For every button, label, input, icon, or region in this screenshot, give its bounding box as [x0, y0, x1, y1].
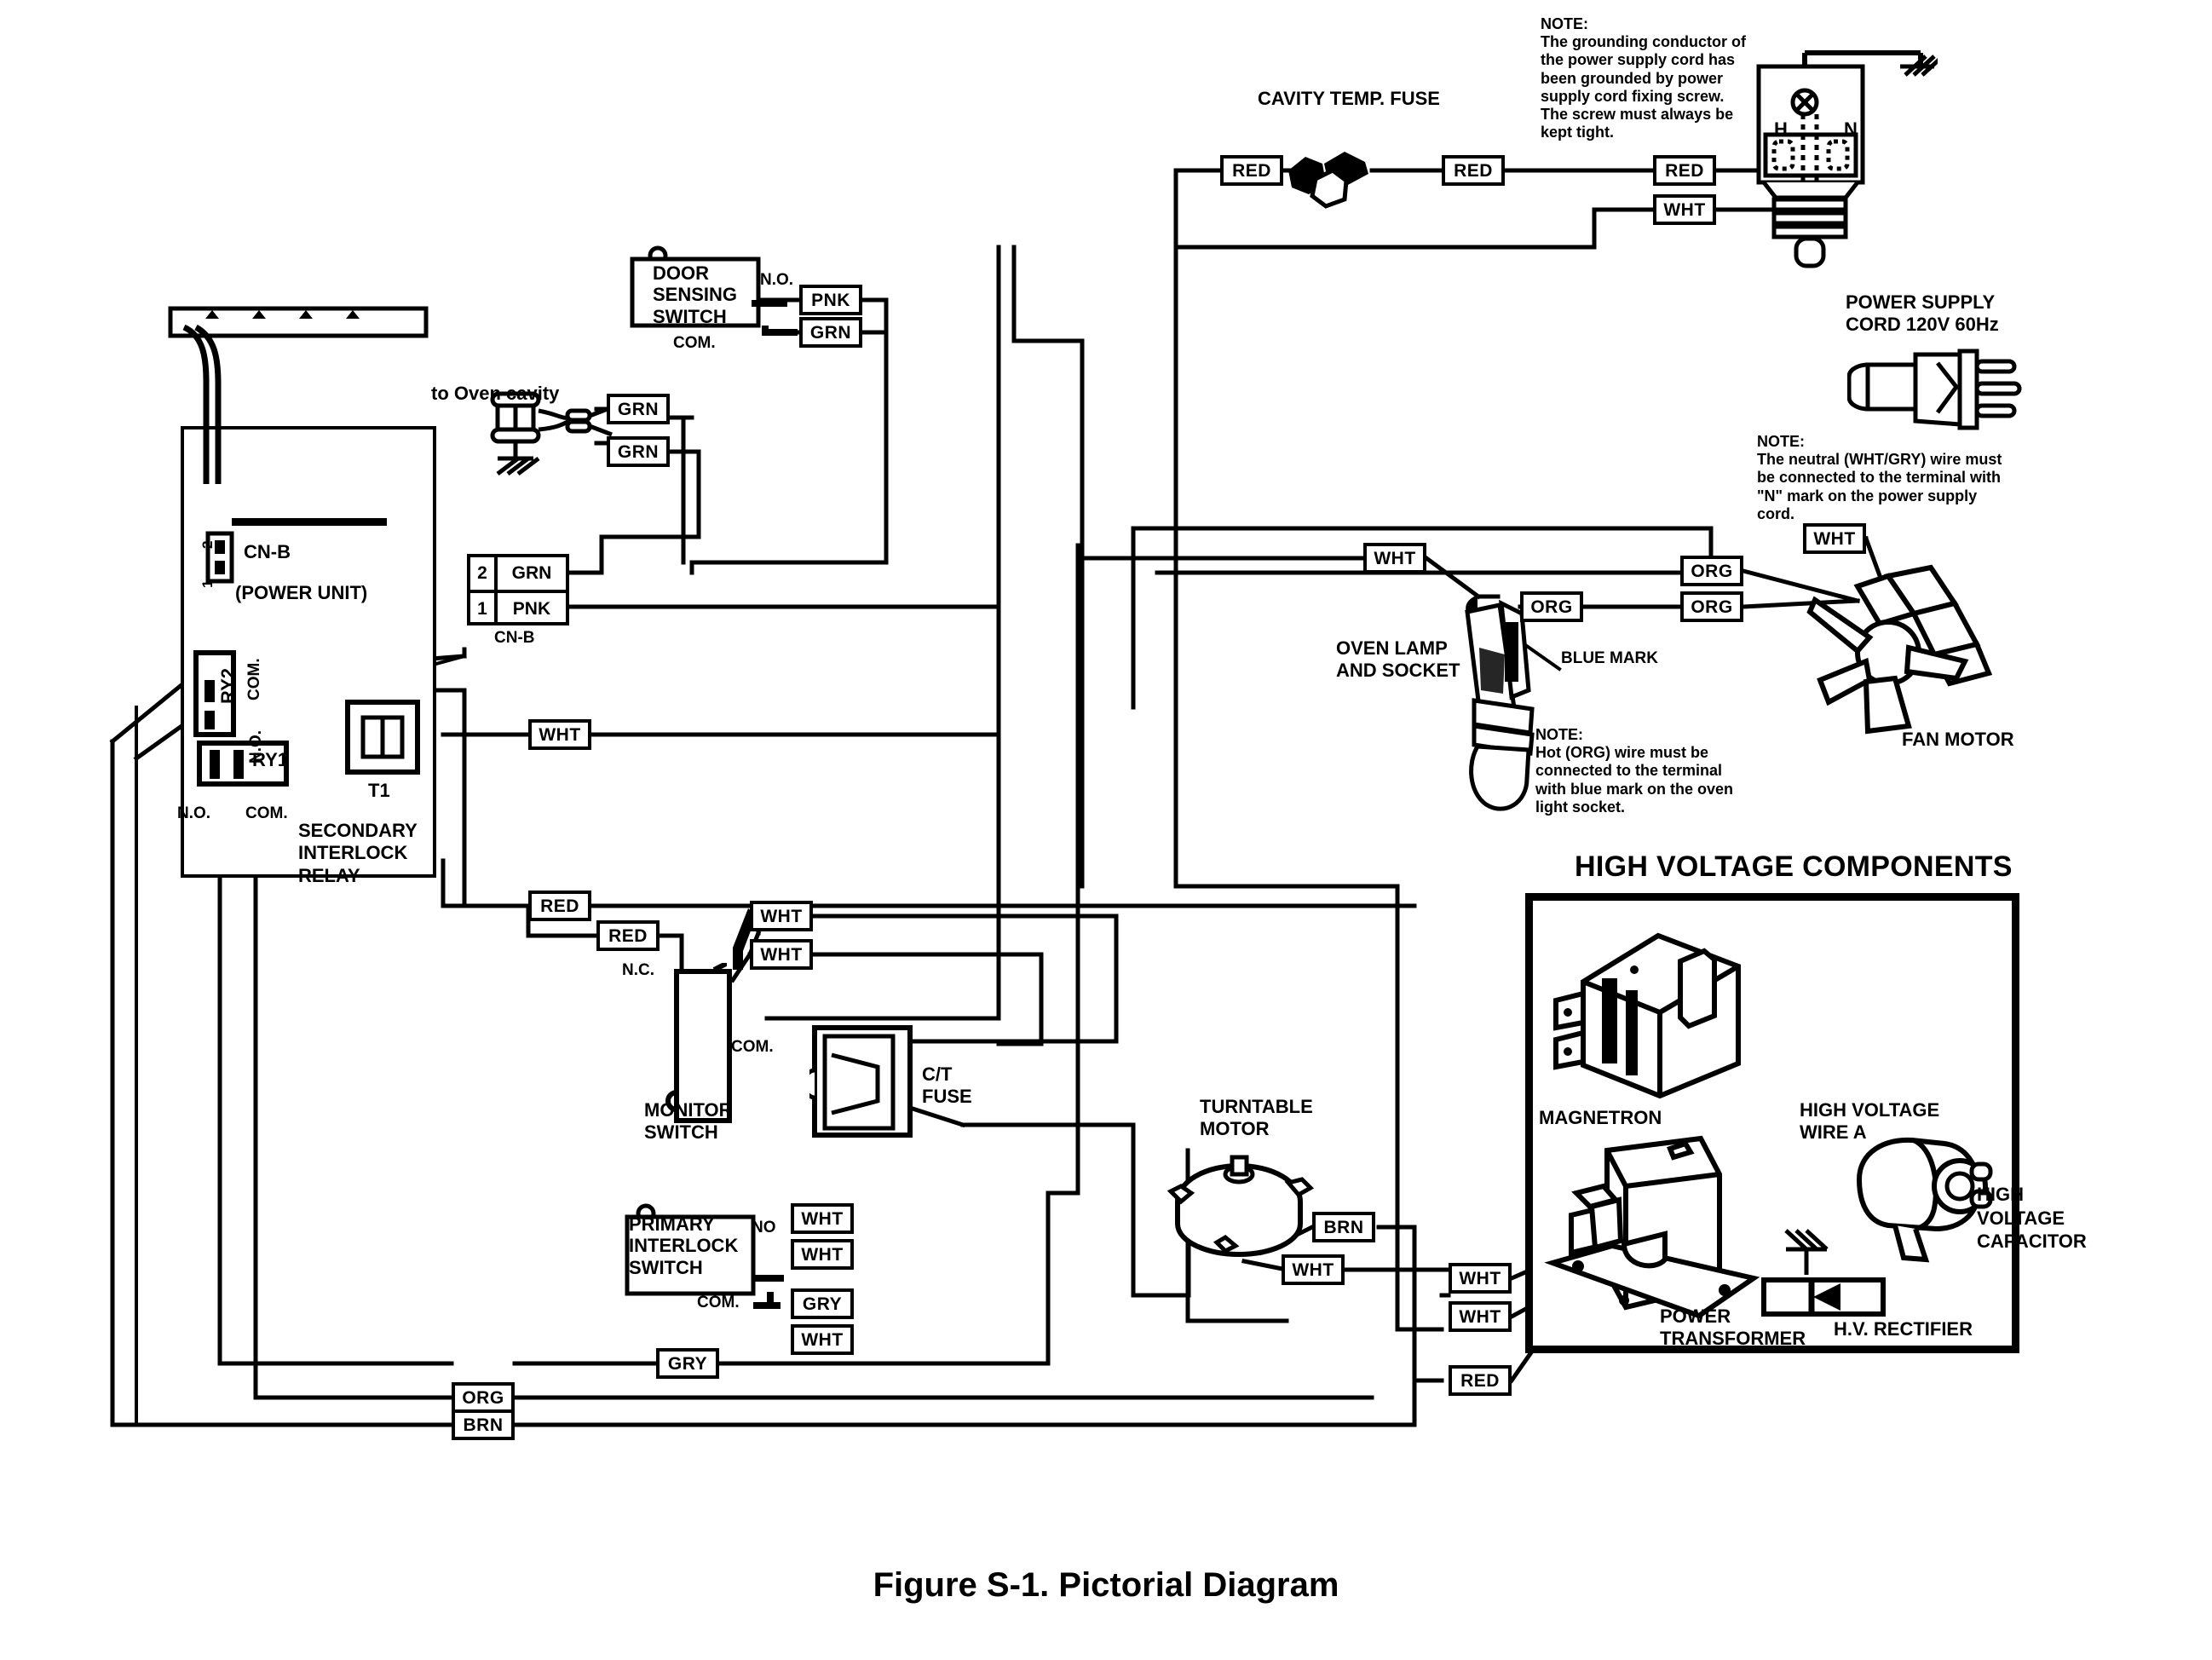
hv-rectifier-label: H.V. RECTIFIER: [1834, 1318, 1973, 1340]
wire-chip-wht-lamp: WHT: [1363, 543, 1426, 574]
high-voltage-capacitor-label: HIGH VOLTAGE CAPACITOR: [1977, 1184, 2087, 1252]
t1-transformer-icon: [345, 700, 420, 775]
wire-chip-wht-fan: WHT: [1803, 523, 1866, 554]
cn-b-connector-label: CN-B: [494, 629, 535, 647]
ct-fuse-label: C/T FUSE: [922, 1063, 972, 1108]
door-switch-no-label: N.O.: [760, 271, 794, 289]
cavity-temp-fuse-label: CAVITY TEMP. FUSE: [1258, 88, 1440, 109]
t1-label: T1: [368, 780, 390, 801]
wire-chip-grn-door: GRN: [799, 317, 862, 348]
wire-chip-wht-monitor-2: WHT: [750, 939, 813, 970]
wire-chip-org-lamp: ORG: [1520, 591, 1583, 622]
oven-lamp-and-socket-label: OVEN LAMP AND SOCKET: [1336, 637, 1460, 682]
to-oven-cavity-label: to Oven cavity: [431, 383, 560, 404]
turntable-motor-label: TURNTABLE MOTOR: [1200, 1096, 1313, 1140]
secondary-interlock-relay-label: SECONDARY INTERLOCK RELAY: [298, 820, 418, 886]
wire-chip-wht-mid: WHT: [528, 719, 591, 750]
wire-chip-wht-primary-3: WHT: [791, 1324, 854, 1355]
high-voltage-components-title: HIGH VOLTAGE COMPONENTS: [1575, 850, 2013, 883]
monitor-switch-nc-label: N.C.: [622, 961, 654, 979]
high-voltage-wire-a-label: HIGH VOLTAGE WIRE A: [1800, 1099, 1940, 1144]
wire-chip-wht-primary-2: WHT: [791, 1239, 854, 1270]
wire-chip-red-fuse-right: RED: [1442, 155, 1505, 186]
neutral-note: NOTE: The neutral (WHT/GRY) wire must be…: [1757, 433, 2002, 522]
cn-b-row-1: 1 PNK: [470, 593, 566, 625]
ry1-com-label: COM.: [245, 804, 288, 822]
wire-chip-brn-bus: BRN: [452, 1409, 515, 1440]
cn-b-connector: 2 GRN 1 PNK: [467, 554, 569, 625]
fan-motor-icon: [1806, 564, 1993, 735]
cn-b-pin-2-label: 2: [199, 540, 216, 549]
wire-chip-org-fan-2: ORG: [1680, 591, 1743, 622]
wire-chip-red-monitor: RED: [596, 920, 660, 951]
cn-b-onboard-connector-icon: [205, 531, 234, 584]
ry1-label: RY1: [252, 749, 288, 770]
wire-chip-red-plug: RED: [1653, 155, 1716, 186]
blue-mark-label: BLUE MARK: [1561, 649, 1658, 667]
primary-com-label: COM.: [697, 1294, 740, 1311]
cn-b-pin-1-label: 1: [199, 579, 216, 588]
magnetron-icon: [1553, 932, 1741, 1099]
cn-b-pin-1: 1: [470, 593, 498, 625]
wire-chip-brn-turntable: BRN: [1312, 1212, 1375, 1242]
terminal-h-label: H: [1774, 118, 1788, 140]
figure-caption: Figure S-1. Pictorial Diagram: [873, 1566, 1339, 1604]
ry1-no-label: N.O.: [177, 804, 211, 822]
wire-chip-gry-primary: GRY: [791, 1288, 854, 1319]
turntable-motor-icon: [1166, 1155, 1315, 1258]
ry2-label: RY2: [217, 668, 239, 704]
wire-chip-grn-cavity-top: GRN: [607, 394, 670, 424]
wire-chip-pnk-door: PNK: [799, 285, 862, 315]
wire-chip-wht-plug: WHT: [1653, 194, 1716, 225]
power-supply-cord-label: POWER SUPPLY CORD 120V 60Hz: [1846, 291, 1999, 336]
wire-chip-wht-monitor-1: WHT: [750, 901, 813, 931]
grounding-note: NOTE: The grounding conductor of the pow…: [1541, 15, 1746, 141]
power-plug-icon: [1847, 349, 2022, 430]
pictorial-diagram: 2 GRN 1 PNK H N CAVITY TEMP. FUSE NOTE: …: [0, 0, 2212, 1660]
wire-chip-grn-cavity-bot: GRN: [607, 436, 670, 467]
primary-interlock-switch-label: PRIMARY INTERLOCK SWITCH: [629, 1213, 739, 1278]
wire-chip-org-bus: ORG: [452, 1382, 515, 1413]
cn-b-wire-2: GRN: [511, 563, 552, 583]
wire-chip-wht-primary-1: WHT: [791, 1203, 854, 1234]
wire-chip-red-fuse-left: RED: [1220, 155, 1283, 186]
ct-fuse-icon: [809, 1025, 913, 1138]
wire-chip-red-mid: RED: [528, 891, 591, 921]
monitor-switch-com-label: COM.: [731, 1038, 774, 1056]
door-sensing-switch-label: DOOR SENSING SWITCH: [653, 262, 738, 327]
power-unit-label: (POWER UNIT): [235, 582, 368, 603]
power-supply-terminal-block-icon: [1756, 50, 1938, 268]
wire-chip-red-transformer: RED: [1449, 1365, 1512, 1396]
power-unit-slot: [232, 518, 387, 526]
cn-b-wire-1: PNK: [512, 599, 551, 619]
hot-org-note: NOTE: Hot (ORG) wire must be connected t…: [1535, 726, 1734, 816]
terminal-n-label: N: [1844, 118, 1858, 140]
fan-motor-label: FAN MOTOR: [1902, 729, 2014, 750]
wire-chip-wht-transformer-1: WHT: [1449, 1263, 1512, 1294]
wire-chip-org-fan-1: ORG: [1680, 556, 1743, 586]
cn-b-pin-2: 2: [470, 557, 498, 590]
door-switch-com-label: COM.: [673, 334, 716, 352]
monitor-switch-label: MONITOR SWITCH: [644, 1099, 733, 1144]
wire-chip-gry-bus: GRY: [656, 1348, 719, 1379]
cn-b-onboard-label: CN-B: [244, 541, 291, 562]
primary-no-label: NO: [752, 1219, 776, 1236]
ry2-com-label: COM.: [245, 658, 263, 700]
harness-cable-icon: [182, 324, 222, 484]
wire-chip-wht-transformer-2: WHT: [1449, 1301, 1512, 1332]
wire-chip-wht-turntable: WHT: [1282, 1254, 1345, 1285]
power-transformer-label: POWER TRANSFORMER: [1660, 1306, 1806, 1350]
cn-b-row-2: 2 GRN: [470, 557, 566, 593]
cavity-temp-fuse-icon: [1288, 152, 1368, 209]
magnetron-label: MAGNETRON: [1539, 1107, 1662, 1128]
